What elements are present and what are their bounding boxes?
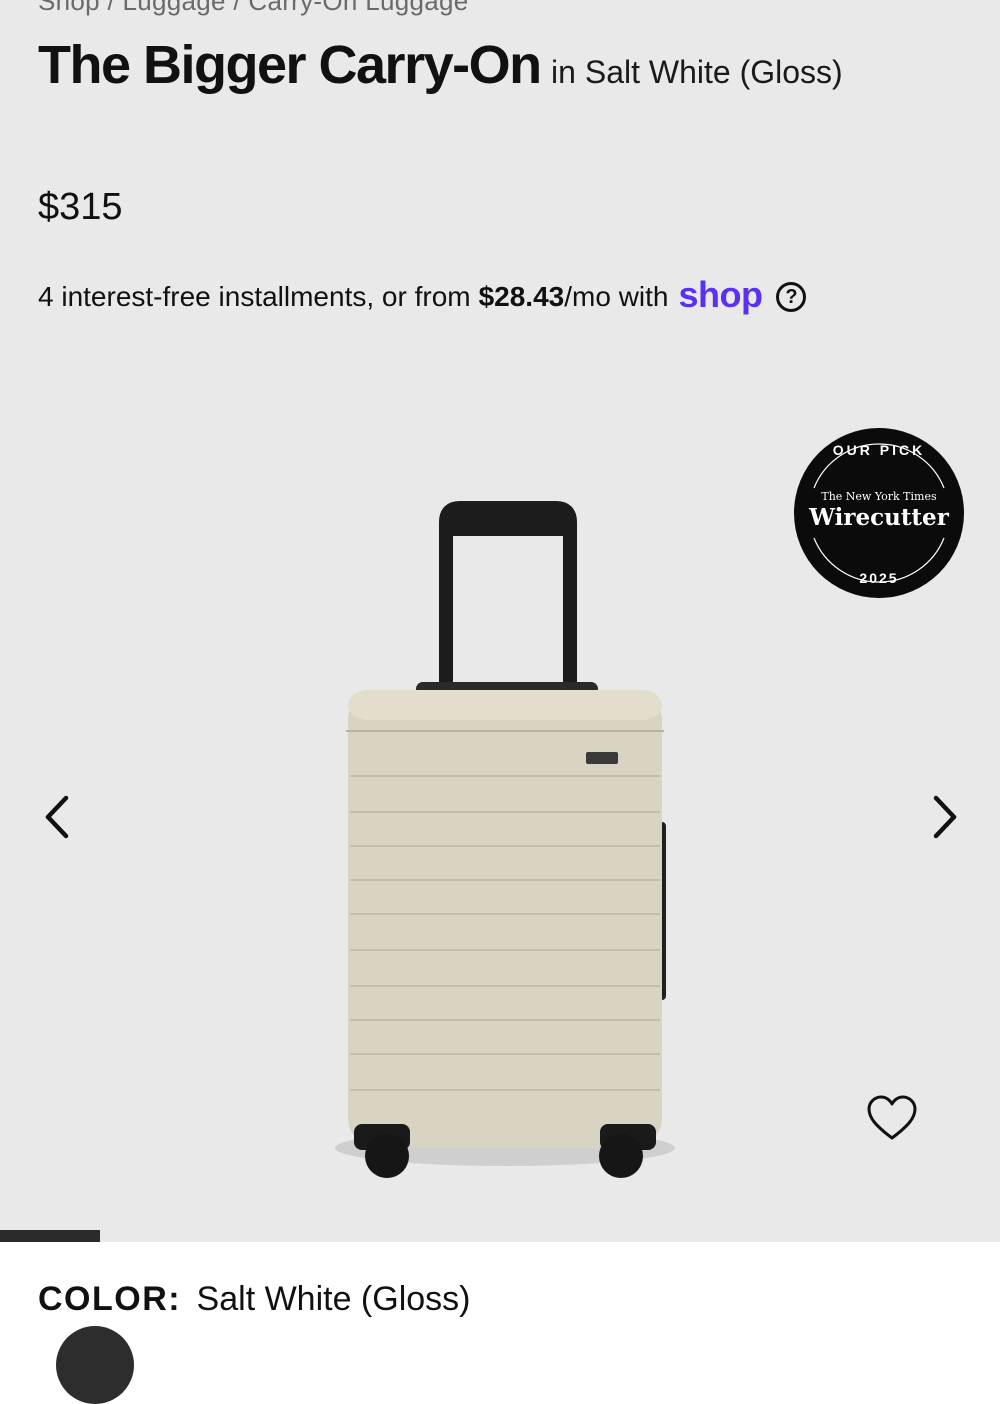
badge-top-text: OUR PICK	[832, 442, 926, 458]
color-swatch[interactable]	[56, 1326, 134, 1404]
suitcase-image	[335, 501, 675, 1178]
gallery-progress-fill	[0, 1230, 100, 1242]
installments-info: 4 interest-free installments, or from $2…	[38, 274, 807, 318]
color-selection: COLOR: Salt White (Gloss)	[38, 1280, 471, 1319]
badge-title: Wirecutter	[809, 504, 949, 531]
badge-year: 2025	[859, 570, 899, 586]
installments-text: 4 interest-free installments, or from	[38, 281, 471, 312]
product-title: The Bigger Carry-On	[38, 35, 542, 95]
question-circle-icon[interactable]: ?	[776, 282, 807, 312]
color-value: Salt White (Gloss)	[196, 1280, 471, 1318]
heart-icon[interactable]	[866, 1094, 918, 1142]
badge-publisher: The New York Times	[821, 490, 937, 503]
product-price: $315	[38, 186, 123, 228]
color-label: COLOR:	[38, 1280, 182, 1318]
shop-pay-logo: shop	[678, 274, 763, 315]
installments-suffix: /mo with	[564, 281, 669, 312]
installment-amount: $28.43	[478, 281, 565, 312]
wirecutter-badge: OUR PICK The New York Times Wirecutter 2…	[794, 428, 964, 598]
chevron-left-icon[interactable]	[38, 790, 78, 844]
breadcrumb[interactable]: Shop / Luggage / Carry-On Luggage	[38, 0, 469, 17]
product-variant: in Salt White (Gloss)	[551, 54, 843, 90]
gallery-progress	[0, 1230, 1000, 1242]
product-hero: Shop / Luggage / Carry-On Luggage The Bi…	[0, 0, 1000, 1242]
product-title-row: The Bigger Carry-On in Salt White (Gloss…	[38, 34, 843, 96]
chevron-right-icon[interactable]	[924, 790, 964, 844]
